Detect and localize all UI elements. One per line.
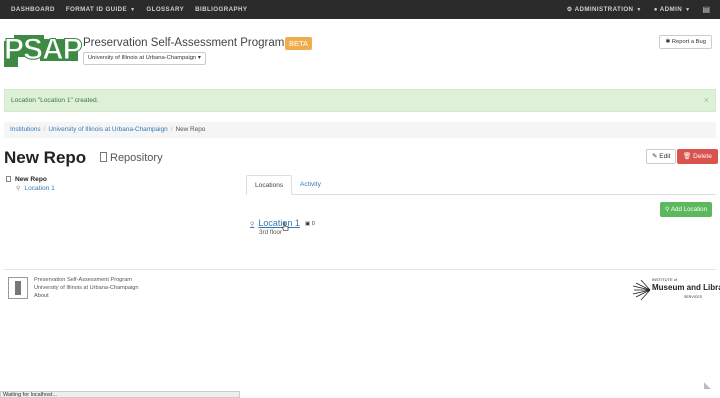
tree-root-label: New Repo bbox=[15, 176, 47, 183]
resource-count-value: 0 bbox=[311, 221, 315, 227]
location-link[interactable]: ⚲ Location 1 bbox=[250, 218, 300, 228]
page-subtitle-label: Repository bbox=[110, 152, 163, 164]
caret-down-icon: ▼ bbox=[130, 7, 136, 13]
add-location-label: Add Location bbox=[670, 206, 708, 213]
caret-down-icon: ▾ bbox=[197, 55, 201, 61]
map-marker-icon: ⚲ bbox=[250, 222, 255, 228]
repository-icon bbox=[100, 152, 107, 162]
footer-about-link[interactable]: About bbox=[34, 292, 138, 300]
nav-administration-label: ADMINISTRATION bbox=[574, 6, 634, 13]
footer-line-university: University of Illinois at Urbana-Champai… bbox=[34, 285, 139, 291]
gear-icon: ⚙ bbox=[566, 6, 575, 13]
repository-icon bbox=[6, 176, 11, 182]
logo-text: PSAP bbox=[4, 33, 84, 67]
tree-item-label: Location 1 bbox=[24, 185, 55, 192]
imls-name: Museum and Library bbox=[652, 283, 720, 292]
footer-divider bbox=[4, 269, 716, 270]
location-description: 3rd floor bbox=[259, 229, 283, 236]
add-location-button[interactable]: ⚲ Add Location bbox=[660, 202, 713, 217]
report-bug-label: Report a Bug bbox=[671, 39, 706, 45]
institution-select[interactable]: University of Illinois at Urbana-Champai… bbox=[83, 52, 206, 65]
imls-logo: INSTITUTE of Museum and Library SERVICES bbox=[632, 275, 720, 305]
beta-badge: BETA bbox=[285, 37, 313, 50]
top-navbar: DASHBOARD FORMAT ID GUIDE ▼ GLOSSARY BIBL… bbox=[0, 0, 720, 19]
book-icon[interactable]: ▤ bbox=[702, 5, 710, 14]
resource-count: ▣ 0 bbox=[305, 221, 315, 227]
nav-format-id-guide-label: FORMAT ID GUIDE bbox=[65, 6, 128, 13]
nav-bibliography[interactable]: BIBLIOGRAPHY bbox=[195, 6, 247, 13]
breadcrumb-institution[interactable]: University of Illinois at Urbana-Champai… bbox=[48, 126, 167, 133]
alert-message: Location "Location 1" created. bbox=[11, 97, 99, 104]
close-icon[interactable]: × bbox=[704, 90, 709, 111]
imls-services: SERVICES bbox=[684, 295, 703, 299]
illinois-logo bbox=[8, 277, 28, 299]
tab-activity[interactable]: Activity bbox=[292, 175, 329, 195]
location-link-label: Location 1 bbox=[258, 218, 300, 228]
imls-rays-icon bbox=[632, 279, 651, 301]
trash-icon: 🗑 bbox=[683, 153, 694, 160]
report-bug-button[interactable]: ✱ Report a Bug bbox=[659, 35, 712, 49]
tab-bar: Locations Activity bbox=[246, 175, 716, 195]
caret-down-icon: ▼ bbox=[685, 7, 691, 13]
tree-item-location[interactable]: ⚲ Location 1 bbox=[16, 185, 55, 192]
breadcrumb: Institutions / University of Illinois at U… bbox=[4, 122, 716, 138]
nav-user-label: ADMIN bbox=[659, 6, 683, 13]
psap-logo[interactable]: PSAP bbox=[4, 33, 83, 67]
files-icon: ▣ bbox=[305, 221, 312, 227]
footer-text: Preservation Self-Assessment Program Uni… bbox=[34, 276, 138, 300]
edit-button[interactable]: ✎ Edit bbox=[646, 149, 677, 164]
page-subtitle: Repository bbox=[100, 152, 163, 164]
breadcrumb-current: New Repo bbox=[175, 126, 206, 133]
edit-label: Edit bbox=[659, 153, 671, 160]
page-title: New Repo bbox=[4, 148, 87, 167]
tab-locations[interactable]: Locations bbox=[246, 175, 293, 195]
success-alert: Location "Location 1" created. × bbox=[4, 89, 716, 112]
nav-glossary[interactable]: GLOSSARY bbox=[146, 6, 184, 13]
breadcrumb-institutions[interactable]: Institutions bbox=[10, 126, 41, 133]
map-marker-icon: ⚲ bbox=[16, 186, 21, 192]
hand-cursor-icon bbox=[282, 222, 289, 231]
imls-institute: INSTITUTE of bbox=[652, 277, 678, 282]
resize-corner-icon: ◣ bbox=[704, 380, 711, 390]
institution-select-value: University of Illinois at Urbana-Champai… bbox=[88, 55, 197, 61]
nav-format-id-guide[interactable]: FORMAT ID GUIDE ▼ bbox=[66, 6, 136, 13]
delete-label: Delete bbox=[693, 153, 712, 160]
tree-root[interactable]: New Repo bbox=[6, 176, 47, 183]
delete-button[interactable]: 🗑 Delete bbox=[677, 149, 718, 164]
nav-administration[interactable]: ⚙ ADMINISTRATION ▼ bbox=[567, 6, 642, 13]
nav-right-group: ⚙ ADMINISTRATION ▼ ● ADMIN ▼ ▤ bbox=[567, 0, 720, 19]
footer-line-program: Preservation Self-Assessment Program bbox=[34, 277, 132, 283]
caret-down-icon: ▼ bbox=[636, 7, 642, 13]
nav-dashboard[interactable]: DASHBOARD bbox=[11, 6, 55, 13]
browser-status-bar: Waiting for localhost... bbox=[0, 391, 240, 398]
app-title: Preservation Self-Assessment Program bbox=[83, 37, 285, 49]
nav-user-menu[interactable]: ● ADMIN ▼ bbox=[654, 6, 691, 13]
